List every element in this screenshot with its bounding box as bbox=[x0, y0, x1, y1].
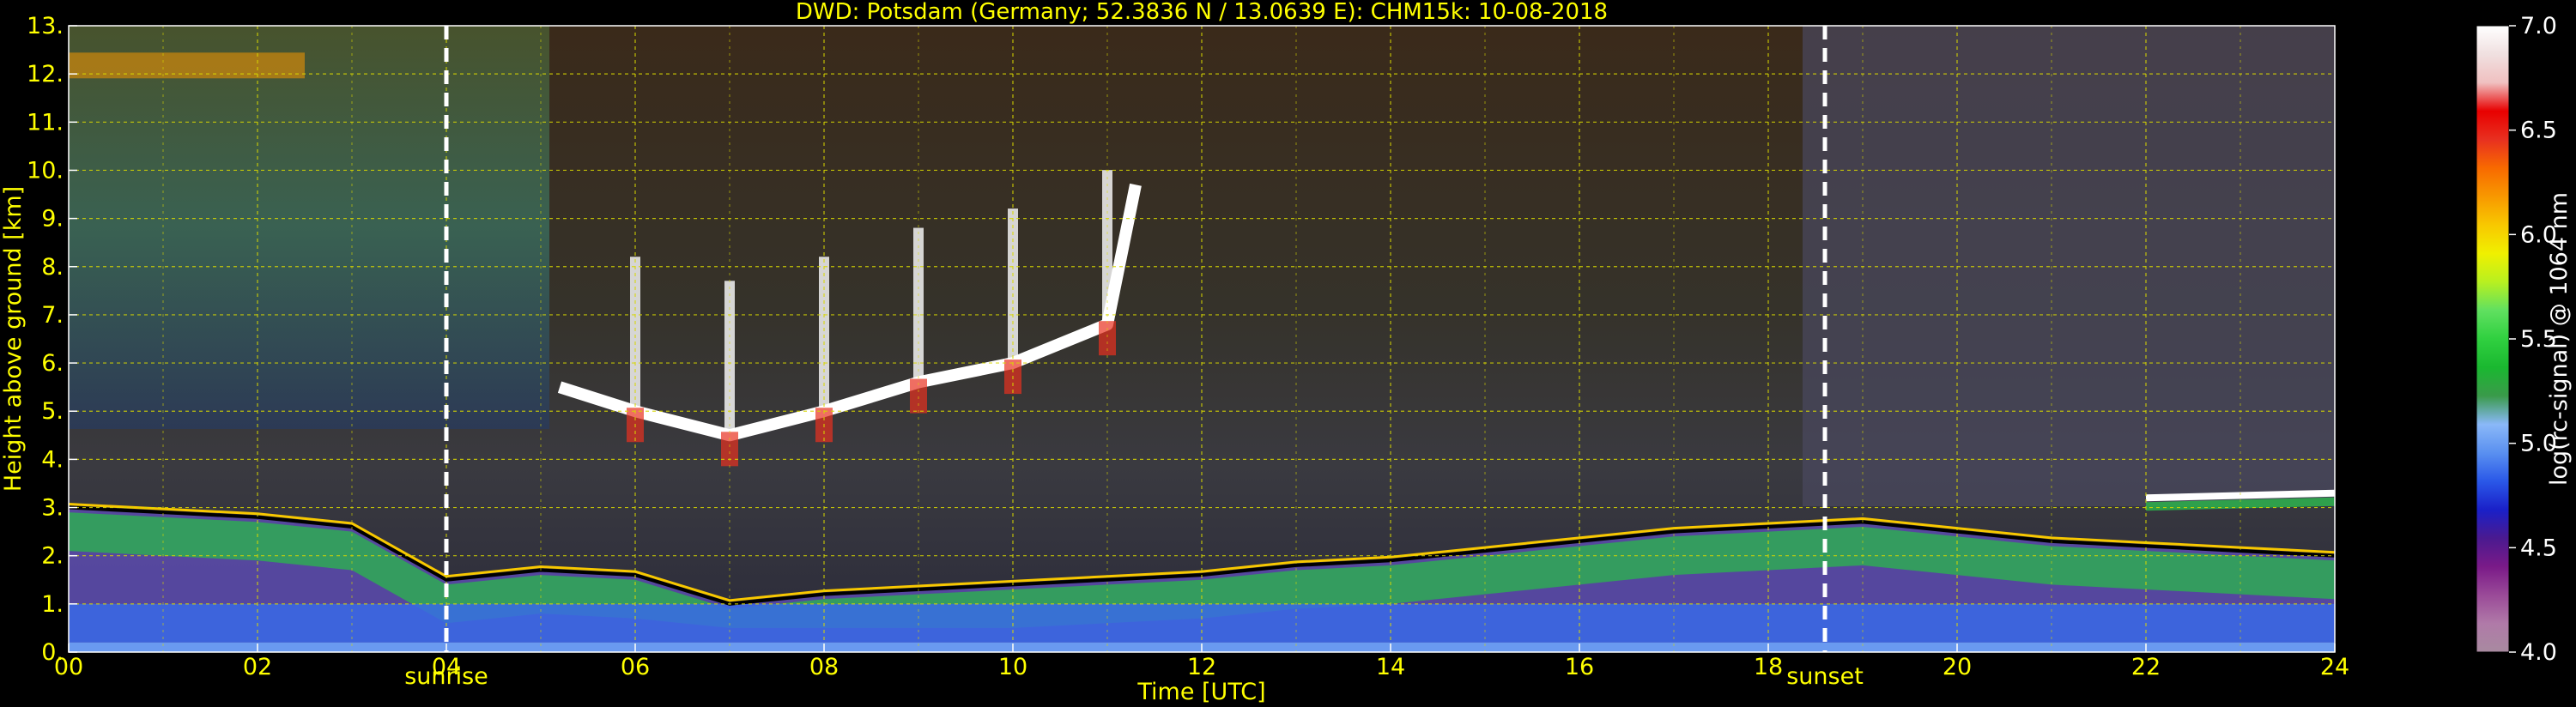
cirrus-band bbox=[69, 52, 305, 79]
chart-title: DWD: Potsdam (Germany; 52.3836 N / 13.06… bbox=[796, 0, 1608, 25]
y-tick-label: 2. bbox=[41, 543, 64, 570]
colorbar-tick-label: 6.5 bbox=[2520, 118, 2557, 144]
ceilometer-figure: 00 02 04 06 08 10 12 14 16 18 20 22 24 0.1.2.3.4.5.6… bbox=[0, 0, 2573, 705]
evening-noise-region bbox=[1803, 26, 2335, 506]
colorbar-tick-label: 4.0 bbox=[2520, 639, 2557, 666]
x-tick-label: 18 bbox=[1754, 654, 1783, 680]
colorbar: 4.04.55.05.56.06.57.0 log(rc-signal) @ 1… bbox=[2476, 13, 2573, 666]
cloud-streak bbox=[913, 227, 924, 383]
y-axis-label: Height above ground [km] bbox=[0, 186, 27, 492]
y-tick-label: 9. bbox=[41, 206, 64, 233]
y-tick-label: 5. bbox=[41, 398, 64, 425]
colorbar-bar bbox=[2476, 25, 2510, 653]
plot-area bbox=[69, 26, 2335, 652]
colorbar-tick-label: 4.5 bbox=[2520, 535, 2557, 561]
cloud-base-red bbox=[721, 432, 738, 467]
x-tick-label: 22 bbox=[2131, 654, 2161, 680]
y-tick-label: 7. bbox=[41, 302, 64, 329]
x-tick-label: 08 bbox=[809, 654, 839, 680]
morning-noise-region bbox=[69, 26, 549, 429]
colorbar-tick-label: 7.0 bbox=[2520, 13, 2557, 39]
x-tick-label: 12 bbox=[1187, 654, 1216, 680]
x-axis-label: Time [UTC] bbox=[1136, 679, 1265, 705]
y-tick-label: 1. bbox=[41, 591, 64, 618]
y-tick-label: 11. bbox=[27, 109, 64, 136]
y-tick-label: 13. bbox=[27, 13, 64, 39]
y-tick-label: 12. bbox=[27, 61, 64, 88]
y-tick-label: 8. bbox=[41, 254, 64, 281]
sunrise-label: sunrise bbox=[404, 663, 488, 690]
sunset-label: sunset bbox=[1786, 663, 1864, 690]
y-tick-label: 4. bbox=[41, 446, 64, 473]
y-tick-label: 3. bbox=[41, 495, 64, 522]
x-tick-label: 20 bbox=[1943, 654, 1972, 680]
colorbar-label: log(rc-signal) @ 1064 nm bbox=[2546, 192, 2573, 486]
y-tick-label: 6. bbox=[41, 350, 64, 377]
x-tick-label: 14 bbox=[1376, 654, 1405, 680]
upper-layer-green bbox=[2145, 497, 2335, 511]
x-tick-label: 24 bbox=[2320, 654, 2349, 680]
x-tick-label: 02 bbox=[243, 654, 272, 680]
x-tick-label: 10 bbox=[998, 654, 1027, 680]
y-tick-label: 10. bbox=[27, 157, 64, 184]
y-tick-label: 0. bbox=[41, 639, 64, 666]
x-tick-label: 06 bbox=[621, 654, 650, 680]
x-tick-label: 16 bbox=[1565, 654, 1594, 680]
